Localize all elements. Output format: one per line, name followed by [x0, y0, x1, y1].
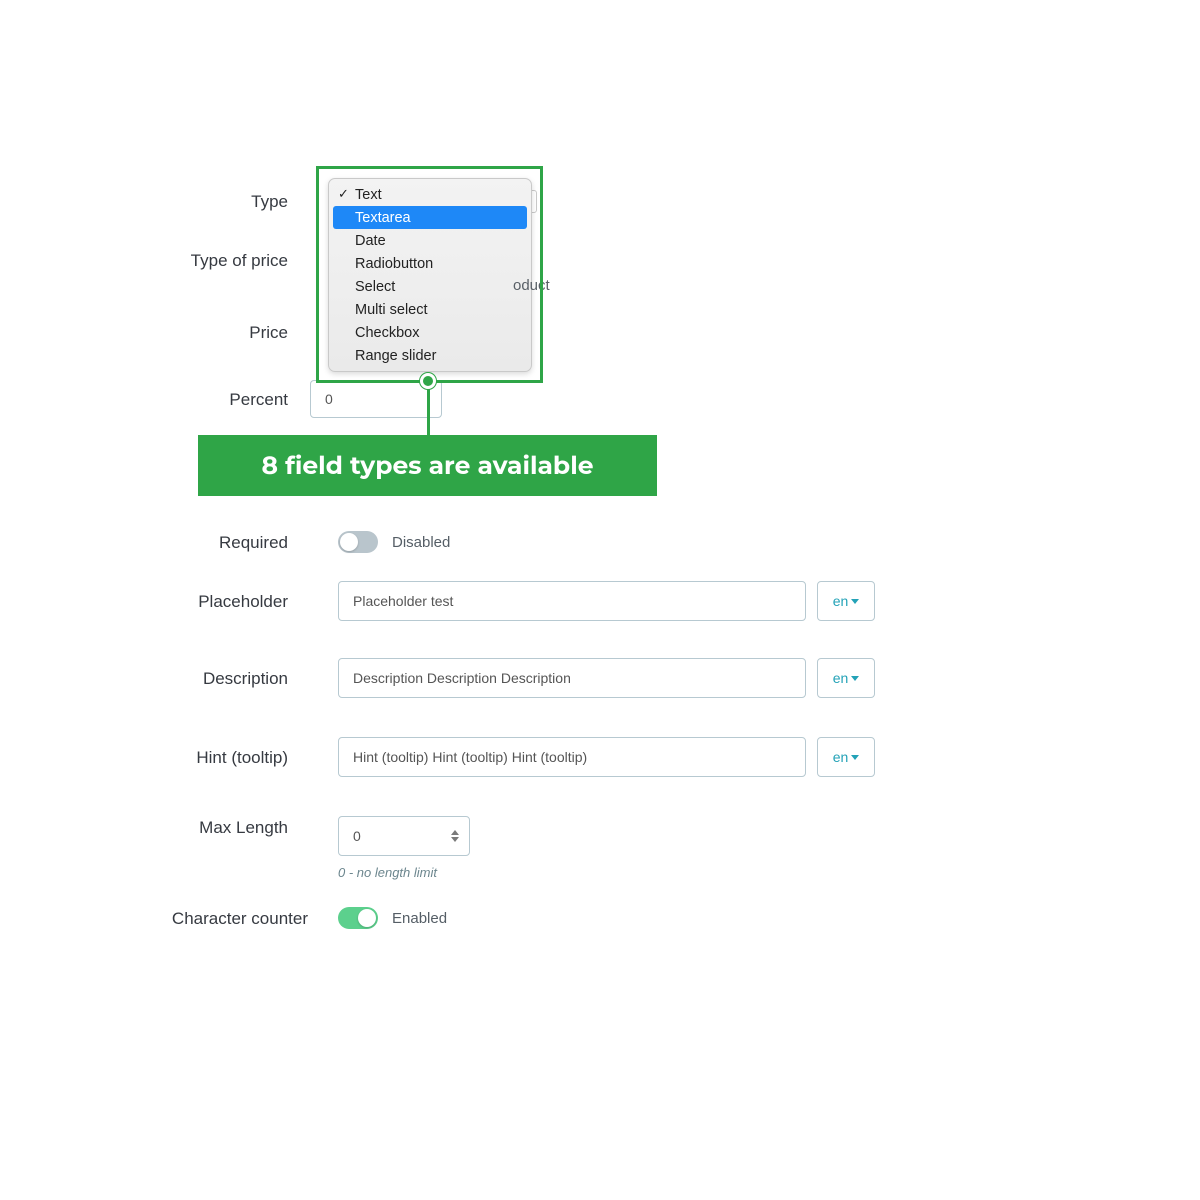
description-value: Description Description Description	[353, 670, 571, 686]
info-banner: 8 field types are available	[198, 435, 657, 496]
type-option-select[interactable]: Select	[333, 275, 527, 298]
type-of-price-partial-text: oduct	[513, 277, 550, 294]
hint-value: Hint (tooltip) Hint (tooltip) Hint (tool…	[353, 749, 587, 765]
type-label: Type	[150, 190, 310, 212]
type-option-text[interactable]: Text	[333, 183, 527, 206]
max-length-input[interactable]: 0	[338, 816, 470, 856]
placeholder-value: Placeholder test	[353, 593, 453, 609]
caret-down-icon	[851, 676, 859, 681]
char-counter-state-label: Enabled	[392, 910, 447, 927]
type-option-multiselect[interactable]: Multi select	[333, 298, 527, 321]
type-option-checkbox[interactable]: Checkbox	[333, 321, 527, 344]
description-label: Description	[150, 667, 310, 689]
caret-down-icon	[851, 599, 859, 604]
percent-value: 0	[325, 391, 333, 407]
description-lang-button[interactable]: en	[817, 658, 875, 698]
max-length-help: 0 - no length limit	[338, 865, 470, 880]
hint-label: Hint (tooltip)	[150, 746, 310, 768]
type-option-date[interactable]: Date	[333, 229, 527, 252]
percent-label: Percent	[150, 388, 310, 410]
lang-code: en	[833, 593, 849, 609]
type-dropdown[interactable]: Text Textarea Date Radiobutton Select Mu…	[328, 178, 532, 372]
type-of-price-label: Type of price	[150, 249, 310, 271]
hint-input[interactable]: Hint (tooltip) Hint (tooltip) Hint (tool…	[338, 737, 806, 777]
type-option-rangeslider[interactable]: Range slider	[333, 344, 527, 367]
price-label: Price	[150, 321, 310, 343]
hint-lang-button[interactable]: en	[817, 737, 875, 777]
required-toggle[interactable]	[338, 531, 378, 553]
max-length-label: Max Length	[150, 816, 310, 838]
lang-code: en	[833, 749, 849, 765]
placeholder-lang-button[interactable]: en	[817, 581, 875, 621]
placeholder-label: Placeholder	[150, 590, 310, 612]
char-counter-toggle[interactable]	[338, 907, 378, 929]
required-label: Required	[150, 531, 310, 553]
required-state-label: Disabled	[392, 534, 450, 551]
type-option-radiobutton[interactable]: Radiobutton	[333, 252, 527, 275]
caret-down-icon	[851, 755, 859, 760]
description-input[interactable]: Description Description Description	[338, 658, 806, 698]
char-counter-label: Character counter	[150, 907, 330, 929]
callout-dot	[420, 373, 436, 389]
type-option-textarea[interactable]: Textarea	[333, 206, 527, 229]
number-stepper-icon[interactable]	[451, 828, 461, 844]
placeholder-input[interactable]: Placeholder test	[338, 581, 806, 621]
max-length-value: 0	[353, 828, 361, 844]
lang-code: en	[833, 670, 849, 686]
